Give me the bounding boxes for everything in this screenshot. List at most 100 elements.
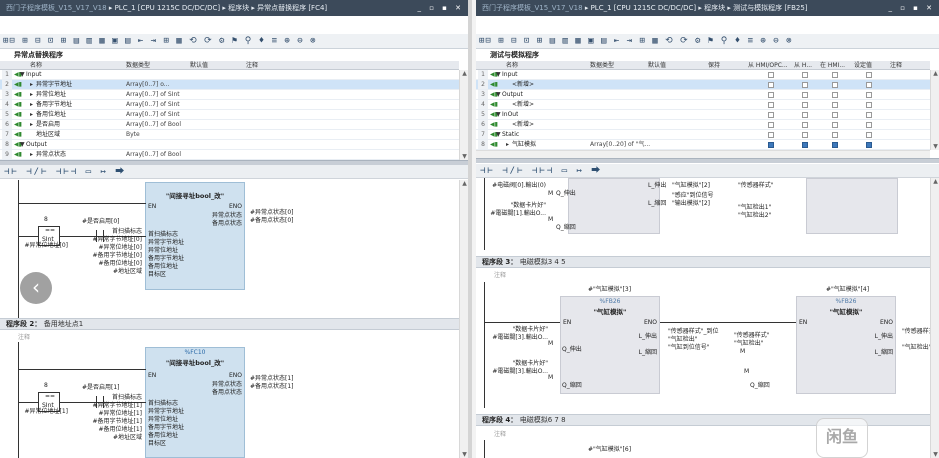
- network-2-header[interactable]: 程序段 2： 备用地址点1: [0, 318, 459, 330]
- row-checkbox[interactable]: [866, 70, 872, 79]
- row-checkbox[interactable]: [832, 80, 838, 89]
- expand-arrow-icon[interactable]: ▼: [496, 130, 501, 139]
- row-datatype[interactable]: Array[0..7] of SInt: [126, 110, 180, 119]
- interface-row[interactable]: 5 ◀▮ ▸ 备用位地址 Array[0..7] of SInt: [0, 110, 459, 120]
- expand-arrow-icon[interactable]: ▸: [30, 120, 33, 129]
- expand-arrow-icon[interactable]: ▼: [20, 140, 25, 149]
- fc10-block-1[interactable]: "间接寻址bool_改" EN ENO 首扫描标志 异常字节地址 异常位地址 备…: [145, 182, 245, 290]
- row-checkbox[interactable]: [768, 140, 774, 149]
- row-checkbox[interactable]: [802, 110, 808, 119]
- fc10-block-2[interactable]: %FC10 "间接寻址bool_改" EN ENO 首扫描标志 异常字节地址 异…: [145, 347, 245, 458]
- row-checkbox[interactable]: [866, 90, 872, 99]
- network-2-comment[interactable]: 注释: [18, 332, 30, 341]
- row-name[interactable]: <新增>: [512, 120, 534, 129]
- back-arrow-icon[interactable]: ‹: [20, 272, 52, 304]
- network-4-comment[interactable]: 注释: [494, 429, 506, 438]
- right-splitter[interactable]: [476, 158, 939, 163]
- interface-row[interactable]: 1 ◀▮ ▼ Input: [0, 70, 459, 80]
- row-checkbox[interactable]: [802, 140, 808, 149]
- interface-row[interactable]: 6 ◀▮ ▸ 是否启用 Array[0..7] of Bool: [0, 120, 459, 130]
- expand-arrow-icon[interactable]: ▼: [496, 110, 501, 119]
- interface-row[interactable]: 4 ◀▮ <新增>: [476, 100, 930, 110]
- row-datatype[interactable]: Array[0..7] of Bool: [126, 150, 181, 159]
- row-checkbox[interactable]: [768, 130, 774, 139]
- row-name[interactable]: InOut: [502, 110, 518, 119]
- interface-row[interactable]: 7 ◀▮ ▼ Static: [476, 130, 930, 140]
- fb26-block-2[interactable]: %FB26 "气缸模拟" EN ENO L_伸出 L_縮回: [796, 296, 896, 394]
- row-checkbox[interactable]: [832, 90, 838, 99]
- row-name[interactable]: Input: [26, 70, 42, 79]
- row-checkbox[interactable]: [832, 70, 838, 79]
- row-name[interactable]: Input: [502, 70, 518, 79]
- row-checkbox[interactable]: [866, 110, 872, 119]
- row-datatype[interactable]: Array[0..7] o...: [126, 80, 170, 89]
- interface-row[interactable]: 8 ◀▮ ▸ 气缸模拟 Array[0..20] of "气...: [476, 140, 930, 150]
- network-3-header[interactable]: 程序段 3： 电磁模拟3 4 5: [476, 256, 930, 268]
- left-window-controls[interactable]: _ ▫ ▪ ✕: [417, 0, 464, 16]
- row-checkbox[interactable]: [866, 130, 872, 139]
- row-checkbox[interactable]: [866, 100, 872, 109]
- interface-row[interactable]: 5 ◀▮ ▼ InOut: [476, 110, 930, 120]
- row-checkbox[interactable]: [802, 70, 808, 79]
- interface-row[interactable]: 6 ◀▮ <新增>: [476, 120, 930, 130]
- row-checkbox[interactable]: [832, 140, 838, 149]
- network-3-comment[interactable]: 注释: [494, 270, 506, 279]
- row-name[interactable]: Output: [502, 90, 523, 99]
- row-checkbox[interactable]: [832, 130, 838, 139]
- expand-arrow-icon[interactable]: ▸: [30, 80, 33, 89]
- row-checkbox[interactable]: [866, 120, 872, 129]
- network-3-title[interactable]: 电磁模拟3 4 5: [520, 258, 566, 266]
- left-ladder-scrollbar[interactable]: ▲ ▼: [459, 180, 468, 458]
- left-interface-scrollbar[interactable]: ▲ ▼: [459, 70, 468, 160]
- row-checkbox[interactable]: [832, 100, 838, 109]
- right-toolbar[interactable]: ⊞⊟ ⊞ ⊟ ⊡ ⊞ ▤ ▥ ▦ ▣ ▤ ⇤ ⇥ ⊞ ▦ ⟲ ⟳ ⚙ ⚑ ⚲ ♦…: [476, 34, 939, 49]
- interface-row[interactable]: 2 ◀▮ <新增>: [476, 80, 930, 90]
- row-checkbox[interactable]: [768, 90, 774, 99]
- row-name[interactable]: 备用字节地址: [36, 100, 72, 109]
- row-name[interactable]: 地址区域: [36, 130, 60, 139]
- expand-arrow-icon[interactable]: ▼: [496, 70, 501, 79]
- expand-arrow-icon[interactable]: ▸: [30, 100, 33, 109]
- right-window-controls[interactable]: _ ▫ ▪ ✕: [888, 0, 935, 16]
- network-2-title[interactable]: 备用地址点1: [44, 320, 83, 328]
- row-checkbox[interactable]: [802, 80, 808, 89]
- row-datatype[interactable]: Byte: [126, 130, 140, 139]
- row-checkbox[interactable]: [768, 100, 774, 109]
- row-name[interactable]: Static: [502, 130, 519, 139]
- row-datatype[interactable]: Array[0..7] of SInt: [126, 100, 180, 109]
- row-name[interactable]: 备用位地址: [36, 110, 66, 119]
- expand-arrow-icon[interactable]: ▸: [30, 110, 33, 119]
- row-checkbox[interactable]: [802, 100, 808, 109]
- row-name[interactable]: Output: [26, 140, 47, 149]
- right-interface-scrollbar[interactable]: ▲ ▼: [930, 70, 939, 150]
- fb26-block-prev-2[interactable]: [806, 178, 898, 234]
- row-datatype[interactable]: Array[0..7] of SInt: [126, 90, 180, 99]
- row-checkbox[interactable]: [832, 110, 838, 119]
- row-name[interactable]: 气缸模拟: [512, 140, 536, 149]
- fb26-block-1[interactable]: %FB26 "气缸模拟" EN ENO L_伸出 L_縮回: [560, 296, 660, 394]
- expand-arrow-icon[interactable]: ▸: [30, 90, 33, 99]
- network-4-title[interactable]: 电磁模拟6 7 8: [520, 416, 566, 424]
- row-name[interactable]: 异常字节地址: [36, 80, 72, 89]
- right-ladder-toolbar[interactable]: ⊣⊢ ⊣/⊢ ⊣⊢⊣ ▭ ↦ ⮕: [476, 164, 939, 178]
- row-name[interactable]: <新增>: [512, 80, 534, 89]
- interface-row[interactable]: 8 ◀▮ ▼ Output: [0, 140, 459, 150]
- row-name[interactable]: 异常位地址: [36, 90, 66, 99]
- row-checkbox[interactable]: [866, 140, 872, 149]
- row-checkbox[interactable]: [802, 90, 808, 99]
- expand-arrow-icon[interactable]: ▼: [20, 70, 25, 79]
- interface-row[interactable]: 7 ◀▮ 地址区域 Byte: [0, 130, 459, 140]
- right-ladder-scrollbar[interactable]: ▲ ▼: [930, 178, 939, 458]
- row-datatype[interactable]: Array[0..20] of "气...: [590, 140, 650, 149]
- row-datatype[interactable]: Array[0..7] of Bool: [126, 120, 181, 129]
- row-checkbox[interactable]: [768, 120, 774, 129]
- expand-arrow-icon[interactable]: ▸: [30, 150, 33, 159]
- row-name[interactable]: <新增>: [512, 100, 534, 109]
- fb26-block-prev-1[interactable]: [568, 178, 660, 234]
- left-ladder-toolbar[interactable]: ⊣⊢ ⊣/⊢ ⊣⊢⊣ ▭ ↦ ⮕: [0, 165, 468, 179]
- row-checkbox[interactable]: [768, 70, 774, 79]
- row-name[interactable]: 是否启用: [36, 120, 60, 129]
- interface-row[interactable]: 1 ◀▮ ▼ Input: [476, 70, 930, 80]
- left-toolbar[interactable]: ⊞⊟ ⊞ ⊟ ⊡ ⊞ ▤ ▥ ▦ ▣ ▤ ⇤ ⇥ ⊞ ▦ ⟲ ⟳ ⚙ ⚑ ⚲ ♦…: [0, 34, 468, 49]
- expand-arrow-icon[interactable]: ▼: [496, 90, 501, 99]
